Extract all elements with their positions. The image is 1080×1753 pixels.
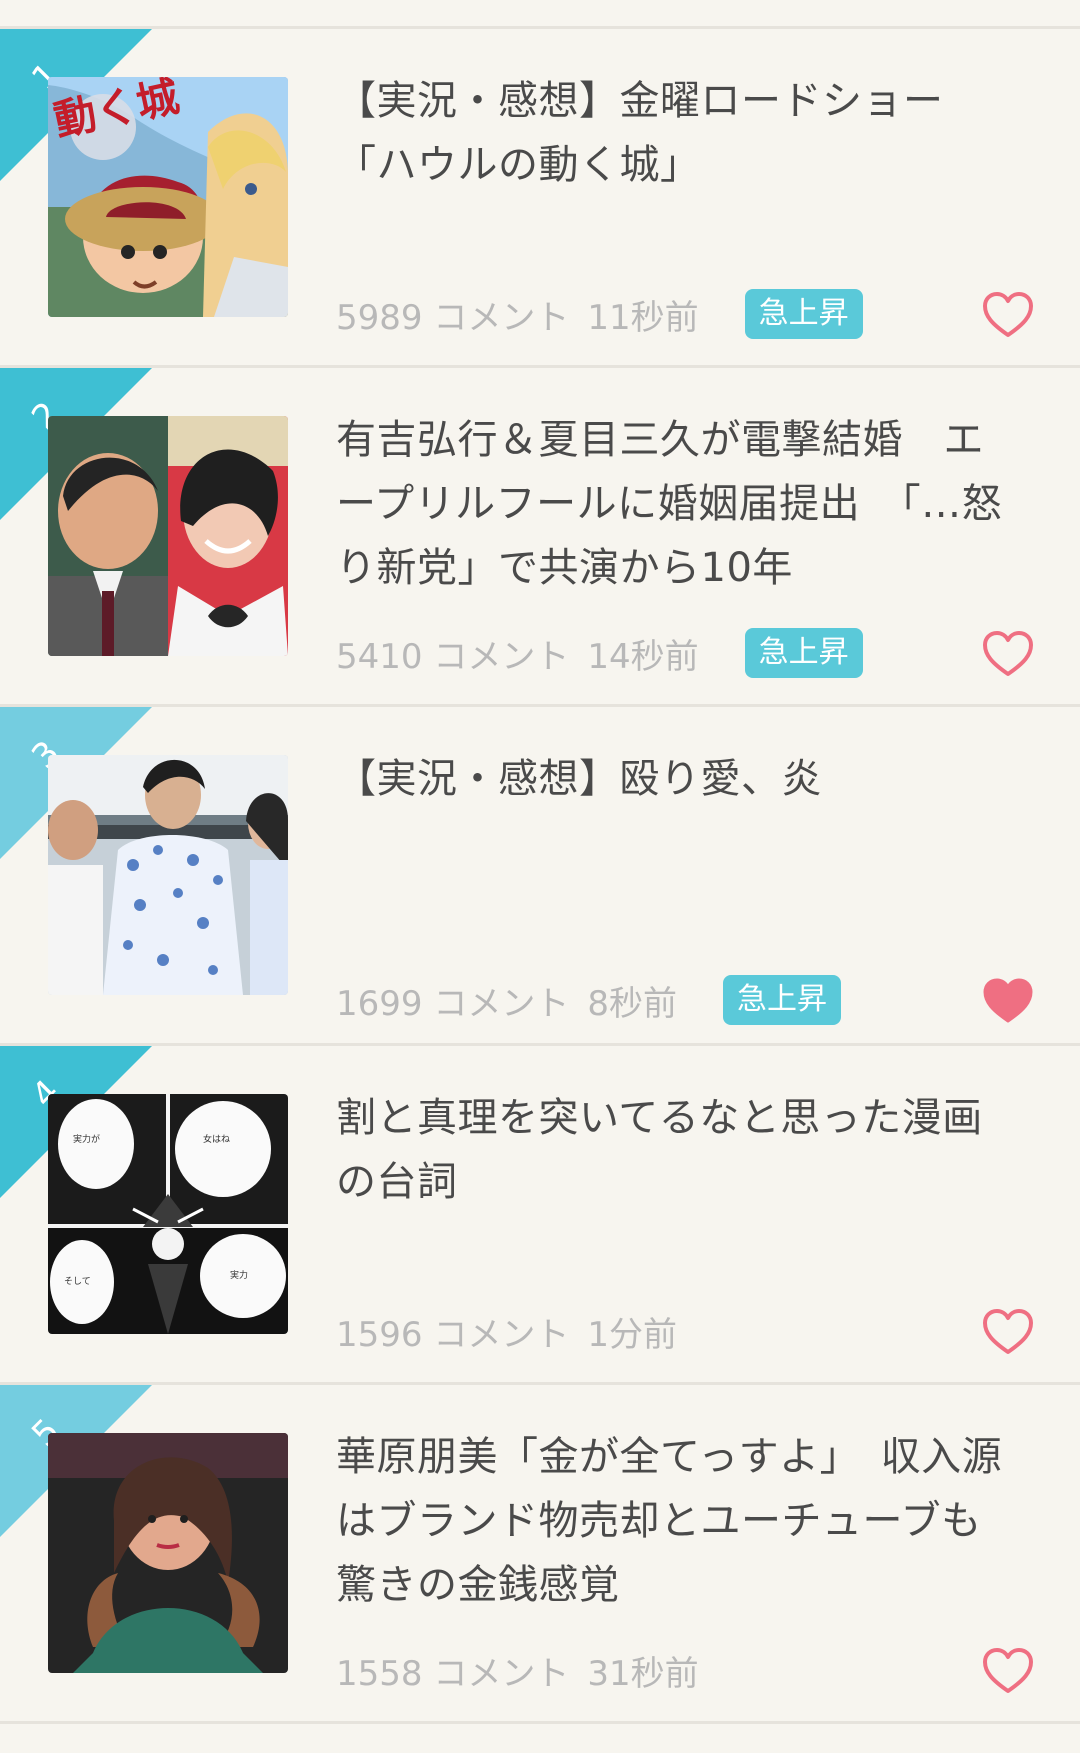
comment-count: 1596 コメント — [336, 1314, 570, 1355]
feed-item[interactable]: 2 有吉弘行＆夏目三久が電撃結婚 エープリルフールに婚姻届提出 「…怒り新党」で… — [0, 368, 1080, 707]
comment-count: 5410 コメント — [336, 636, 570, 677]
thumbnail[interactable] — [48, 416, 288, 656]
timestamp: 8秒前 — [587, 983, 677, 1024]
heart-outline-icon[interactable] — [982, 291, 1034, 339]
feed-item[interactable]: 1 動く城 【実況・感想】金曜ロードショー「ハウルの動く城」 5989 コメント… — [0, 29, 1080, 368]
feed-item[interactable]: 4 実力が 女はね 実力 そして 割と真理を突いてるなと思った漫画の台詞 159… — [0, 1046, 1080, 1385]
thumbnail[interactable] — [48, 1433, 288, 1673]
item-title[interactable]: 華原朋美「金が全てっすよ」 収入源はブランド物売却とユーチューブも驚きの金銭感覚 — [336, 1425, 1016, 1617]
svg-text:女はね: 女はね — [203, 1133, 230, 1145]
trending-badge: 急上昇 — [744, 289, 863, 339]
thumbnail-photo — [48, 1433, 288, 1673]
top-strip — [0, 0, 1080, 29]
item-title[interactable]: 【実況・感想】金曜ロードショー「ハウルの動く城」 — [336, 69, 1016, 197]
trending-badge: 急上昇 — [722, 975, 841, 1025]
item-meta: 1596 コメント 1分前 — [336, 1306, 677, 1356]
thumbnail[interactable]: 動く城 — [48, 77, 288, 317]
heart-outline-icon[interactable] — [982, 1308, 1034, 1356]
thumbnail-photo — [48, 416, 288, 656]
comment-count: 1699 コメント — [336, 983, 570, 1024]
item-title[interactable]: 【実況・感想】殴り愛、炎 — [336, 747, 1016, 811]
feed-item[interactable]: 3 【実況・感想】殴り愛、炎 1699 コメント 8秒前 急上昇 — [0, 707, 1080, 1046]
item-title[interactable]: 有吉弘行＆夏目三久が電撃結婚 エープリルフールに婚姻届提出 「…怒り新党」で共演… — [336, 408, 1016, 600]
timestamp: 14秒前 — [587, 636, 699, 677]
svg-text:実力: 実力 — [230, 1269, 248, 1281]
heart-filled-icon[interactable] — [982, 977, 1034, 1025]
timestamp: 31秒前 — [587, 1653, 699, 1694]
heart-outline-icon[interactable] — [982, 1647, 1034, 1695]
feed-item[interactable]: 5 華原朋美「金が全てっすよ」 収入源はブランド物売却とユーチューブも驚きの金銭… — [0, 1385, 1080, 1724]
comment-count: 5989 コメント — [336, 297, 570, 338]
thumbnail-illustration: 動く城 — [48, 77, 288, 317]
comment-count: 1558 コメント — [336, 1653, 570, 1694]
svg-text:そして: そして — [64, 1276, 91, 1287]
svg-text:実力が: 実力が — [73, 1133, 100, 1145]
item-meta: 5410 コメント 14秒前 急上昇 — [336, 628, 863, 678]
timestamp: 11秒前 — [587, 297, 699, 338]
thumbnail[interactable]: 実力が 女はね 実力 そして — [48, 1094, 288, 1334]
item-meta: 1558 コメント 31秒前 — [336, 1645, 699, 1695]
item-meta: 5989 コメント 11秒前 急上昇 — [336, 289, 863, 339]
thumbnail-photo — [48, 755, 288, 995]
timestamp: 1分前 — [587, 1314, 677, 1355]
item-meta: 1699 コメント 8秒前 急上昇 — [336, 975, 841, 1025]
heart-outline-icon[interactable] — [982, 630, 1034, 678]
thumbnail[interactable] — [48, 755, 288, 995]
trending-feed: 1 動く城 【実況・感想】金曜ロードショー「ハウルの動く城」 5989 コメント… — [0, 29, 1080, 1724]
thumbnail-manga: 実力が 女はね 実力 そして — [48, 1094, 288, 1334]
trending-badge: 急上昇 — [744, 628, 863, 678]
item-title[interactable]: 割と真理を突いてるなと思った漫画の台詞 — [336, 1086, 1016, 1214]
